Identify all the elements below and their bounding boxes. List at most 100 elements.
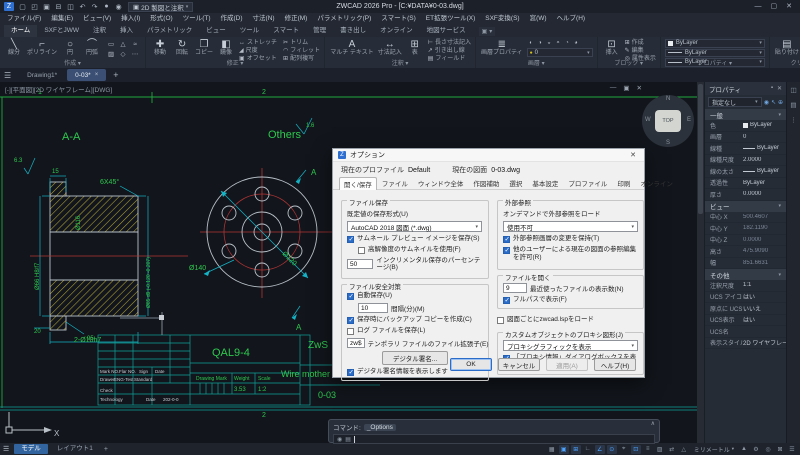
dialog-tab[interactable]: ファイル [377,176,413,189]
ribbon-tab[interactable]: ツール [233,25,267,37]
property-row[interactable]: 幅 851.6631 [705,258,786,270]
retain-xref-layers-checkbox[interactable]: 外部参照画層の変更を保持(T) [503,235,638,243]
menu-item[interactable]: パラメトリック(P) [312,13,376,25]
rotate-tool[interactable]: ↻回転 [172,39,192,57]
toggle-pickadd-icon[interactable]: ⊕ [778,99,783,106]
layer-properties-tool[interactable]: ≣ 画層プロパティ [480,39,524,57]
new-document-button[interactable]: + [108,70,123,80]
mdi-restore-icon[interactable]: ▣ [623,84,629,92]
dialog-tab[interactable]: プロファイル [563,176,612,189]
dyn-input-icon[interactable]: ⊡ [631,445,641,454]
dialog-tab[interactable]: 基本設定 [527,176,563,189]
move-tool[interactable]: ✚移動 [150,39,170,57]
panel-tab-icon[interactable]: ▤ [790,101,796,109]
ortho-icon[interactable]: ∟ [583,445,593,454]
quick-select-icon[interactable]: ◉ [764,99,769,106]
ellipse-tool[interactable]: ◇ [117,49,129,59]
more-create-icon[interactable]: ⋯ [129,49,141,59]
preview-icon[interactable]: ◫ [65,2,76,12]
view-cube-top-face[interactable]: TOP [655,110,681,132]
menu-item[interactable]: 窓(W) [525,13,552,25]
menu-item[interactable]: ヘルプ(H) [552,13,591,25]
dialog-tab[interactable]: 開く/保存 [339,177,377,190]
panel-label-annotate[interactable]: 注釈 ▾ [325,60,475,68]
property-row[interactable]: 高さ 475.9090 [705,246,786,258]
document-tab[interactable]: 0-03* × [67,69,106,81]
stretch-tool[interactable]: ↔ストレッチ [239,40,277,47]
more-dots-icon[interactable]: ⋮ [790,116,797,124]
properties-header[interactable]: プロパティ ▪ ✕ [705,82,786,95]
property-row[interactable]: 線種 ByLayer [705,143,786,155]
recent-files-input[interactable]: 9 [503,283,527,293]
layer-prev-icon[interactable]: ◕ [572,39,581,47]
apply-button[interactable]: 適用(A) [546,358,588,371]
lineweight-icon[interactable]: ≡ [643,445,653,454]
scale-tool[interactable]: ◢尺度 [239,48,277,55]
dialog-close-icon[interactable]: ✕ [627,151,639,159]
hires-thumbnail-checkbox[interactable]: 高解像度のサムネイルを使用(F) [358,246,483,254]
dimension-tool[interactable]: ↔寸法記入 [377,39,403,57]
property-row[interactable]: 中心 X 500.4607 [705,212,786,224]
close-icon[interactable]: ✕ [777,85,782,92]
add-layout-button[interactable]: + [100,446,112,453]
autosave-interval-input[interactable]: 10 [358,303,388,313]
hatch-tool[interactable]: ▨ [105,49,117,59]
panel-label-create[interactable]: 作成 ▾ [0,60,145,68]
redo-icon[interactable]: ↷ [89,2,100,12]
dialog-tab[interactable]: オンライン [635,176,678,189]
circle-tool[interactable]: ○円 [60,39,80,57]
save-icon[interactable]: ▣ [41,2,52,12]
menu-item[interactable]: スマート(S) [376,13,420,25]
help-button[interactable]: ヘルプ(H) [594,358,636,371]
scrollbar-thumb[interactable] [698,84,703,214]
ribbon-tab[interactable]: 書き出し [333,25,373,37]
proxy-select[interactable]: プロキシグラフィックを表示▾ [503,340,638,351]
panel-label-layer[interactable]: 画層 ▾ [476,60,597,68]
create-block-tool[interactable]: ⊞作成 [625,40,656,47]
property-row[interactable]: 表示スタイル 2D ワイヤフレーム [705,338,786,350]
linear-dim-tool[interactable]: ⊢長さ寸法記入 [428,40,471,47]
cloud-icon[interactable]: ◉ [113,2,124,12]
command-collapse-icon[interactable]: ∧ [651,420,655,427]
selection-dropdown[interactable]: 指定なし▾ [708,97,762,107]
property-row[interactable]: 注釈尺度 1:1 [705,280,786,292]
pin-icon[interactable]: ▪ [771,85,773,92]
section-general[interactable]: 一般▾ [705,109,786,120]
load-lsp-checkbox[interactable]: 図面ごとにzwcad.lspをロード [497,316,644,324]
dialog-tab[interactable]: ウィンドウ全体 [413,176,469,189]
property-row[interactable]: 線の太さ ByLayer [705,166,786,178]
isolate-objects-icon[interactable]: ◎ [763,445,773,454]
menu-item[interactable]: 編集(E) [46,13,78,25]
layer-freeze-icon[interactable]: ◑ [536,39,545,47]
ribbon-tab[interactable]: 地図サービス [420,25,473,37]
dialog-tab[interactable]: 印刷 [612,176,635,189]
transparency-icon[interactable]: ▨ [655,445,665,454]
ok-button[interactable]: OK [450,358,492,371]
workspace-gear-icon[interactable]: ⚙ [751,445,761,454]
backup-copy-checkbox[interactable]: 保存時にバックアップ コピーを作成(C) [347,316,483,324]
mdi-close-icon[interactable]: ✕ [637,84,642,92]
ribbon-style-picker[interactable]: ▣▾ [479,27,496,36]
layer-lock-icon[interactable]: ◒ [545,39,554,47]
polyline-tool[interactable]: ⌐ポリライン [26,39,58,57]
layout-menu-icon[interactable]: ☰ [3,445,9,453]
copy-tool[interactable]: ❐コピー [194,39,214,57]
property-row[interactable]: UCS表示 はい [705,315,786,327]
tab-close-icon[interactable]: × [95,72,99,78]
layer-on-icon[interactable]: ◐ [527,39,536,47]
palette-tab-icon[interactable]: ◫ [790,86,796,94]
osnap-icon[interactable]: ⊙ [607,445,617,454]
document-tab[interactable]: Drawing1* × [19,69,65,81]
property-dropdown[interactable]: ByLayer ▾ [665,49,765,58]
property-row[interactable]: 原点に UCS ... いいえ [705,303,786,315]
layer-dropdown[interactable]: ● 0 ▾ [527,48,593,57]
property-row[interactable]: 中心 Z 0.0000 [705,235,786,247]
record-icon[interactable]: ● [101,2,112,12]
ribbon-tab[interactable]: 管理 [306,25,333,37]
app-logo-icon[interactable]: Z [4,2,14,11]
ribbon-tab[interactable]: スマート [266,25,306,37]
dialog-tab[interactable]: 選択 [504,176,527,189]
arc-tool[interactable]: ⌒円弧 [82,39,102,57]
status-menu-icon[interactable]: ☰ [787,445,797,454]
ribbon-tab[interactable]: パラメトリック [140,25,199,37]
